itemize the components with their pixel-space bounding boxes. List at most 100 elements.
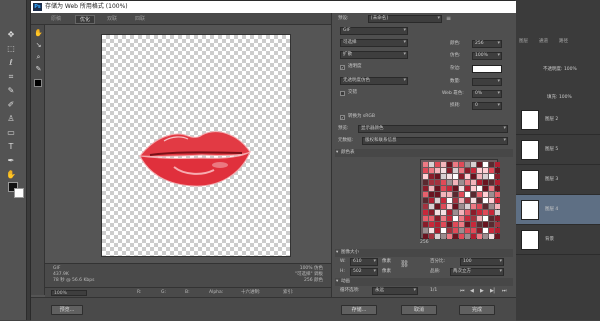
palette-swatch[interactable]: [435, 186, 440, 191]
palette-swatch[interactable]: [465, 216, 470, 221]
palette-swatch[interactable]: [489, 228, 494, 233]
eyedropper-color-swatch[interactable]: [34, 79, 42, 87]
palette-swatch[interactable]: [429, 168, 434, 173]
palette-swatch[interactable]: [423, 234, 428, 239]
palette-swatch[interactable]: [441, 186, 446, 191]
palette-swatch[interactable]: [483, 180, 488, 185]
palette-swatch[interactable]: [435, 180, 440, 185]
palette-swatch[interactable]: [441, 216, 446, 221]
palette-swatch[interactable]: [447, 192, 452, 197]
palette-swatch[interactable]: [483, 216, 488, 221]
palette-swatch[interactable]: [435, 204, 440, 209]
layer-item[interactable]: 图层 2: [515, 105, 600, 135]
stamp-tool-icon[interactable]: ♙: [4, 114, 18, 124]
palette-swatch[interactable]: [483, 210, 488, 215]
palette-swatch[interactable]: [441, 198, 446, 203]
palette-swatch[interactable]: [477, 222, 482, 227]
palette-swatch[interactable]: [489, 210, 494, 215]
save-button[interactable]: 存储...: [341, 305, 377, 315]
hand-tool-icon[interactable]: ✋: [34, 29, 43, 38]
web-snap-field[interactable]: 0%: [472, 90, 502, 98]
palette-swatch[interactable]: [471, 186, 476, 191]
crop-tool-icon[interactable]: ⌗: [4, 72, 18, 82]
palette-swatch[interactable]: [483, 222, 488, 227]
palette-swatch[interactable]: [429, 222, 434, 227]
palette-swatch[interactable]: [477, 174, 482, 179]
palette-swatch[interactable]: [477, 228, 482, 233]
palette-swatch[interactable]: [483, 186, 488, 191]
palette-swatch[interactable]: [459, 198, 464, 203]
fill-control[interactable]: 填充: 100%: [547, 94, 572, 100]
palette-swatch[interactable]: [477, 198, 482, 203]
eyedropper-tool-icon[interactable]: ✎: [4, 86, 18, 96]
palette-swatch[interactable]: [453, 198, 458, 203]
pen-tool-icon[interactable]: ✒: [4, 156, 18, 166]
background-color-swatch[interactable]: [14, 188, 24, 198]
hand-tool-icon[interactable]: ✋: [4, 170, 18, 180]
lossy-field[interactable]: 0: [472, 102, 502, 110]
palette-swatch[interactable]: [495, 192, 500, 197]
palette-swatch[interactable]: [477, 186, 482, 191]
preset-select[interactable]: [未命名]: [368, 15, 442, 23]
palette-swatch[interactable]: [447, 168, 452, 173]
palette-swatch[interactable]: [435, 162, 440, 167]
palette-swatch[interactable]: [447, 228, 452, 233]
palette-swatch[interactable]: [447, 222, 452, 227]
palette-swatch[interactable]: [471, 228, 476, 233]
palette-swatch[interactable]: [453, 234, 458, 239]
palette-swatch[interactable]: [489, 180, 494, 185]
palette-swatch[interactable]: [495, 222, 500, 227]
palette-swatch[interactable]: [429, 216, 434, 221]
palette-swatch[interactable]: [429, 234, 434, 239]
quality-select[interactable]: 两次立方: [450, 268, 504, 276]
palette-swatch[interactable]: [459, 216, 464, 221]
channels-tab[interactable]: 通道: [539, 38, 548, 44]
tab-2up[interactable]: 双联: [103, 15, 121, 24]
palette-swatch[interactable]: [495, 180, 500, 185]
dither-algorithm-select[interactable]: 扩散: [340, 51, 408, 59]
layers-tab[interactable]: 图层: [519, 38, 528, 44]
palette-swatch[interactable]: [495, 198, 500, 203]
palette-swatch[interactable]: [435, 192, 440, 197]
layer-item[interactable]: 图层 5: [515, 135, 600, 165]
palette-swatch[interactable]: [495, 210, 500, 215]
colors-select[interactable]: 256: [472, 40, 502, 48]
palette-swatch[interactable]: [495, 204, 500, 209]
palette-swatch[interactable]: [489, 234, 494, 239]
palette-swatch[interactable]: [465, 210, 470, 215]
palette-swatch[interactable]: [435, 198, 440, 203]
palette-swatch[interactable]: [477, 216, 482, 221]
palette-swatch[interactable]: [447, 162, 452, 167]
palette-swatch[interactable]: [483, 228, 488, 233]
palette-swatch[interactable]: [471, 216, 476, 221]
palette-swatch[interactable]: [447, 216, 452, 221]
palette-swatch[interactable]: [447, 180, 452, 185]
palette-swatch[interactable]: [423, 162, 428, 167]
palette-swatch[interactable]: [441, 228, 446, 233]
palette-swatch[interactable]: [495, 228, 500, 233]
palette-swatch[interactable]: [471, 168, 476, 173]
loop-select[interactable]: 永远: [372, 287, 418, 295]
palette-swatch[interactable]: [453, 216, 458, 221]
palette-swatch[interactable]: [447, 174, 452, 179]
text-tool-icon[interactable]: T: [4, 142, 18, 152]
palette-swatch[interactable]: [453, 222, 458, 227]
palette-swatch[interactable]: [429, 174, 434, 179]
palette-swatch[interactable]: [429, 180, 434, 185]
palette-swatch[interactable]: [423, 204, 428, 209]
palette-swatch[interactable]: [435, 228, 440, 233]
prev-frame-icon[interactable]: ◀: [470, 288, 474, 294]
palette-swatch[interactable]: [459, 174, 464, 179]
palette-swatch[interactable]: [423, 180, 428, 185]
zoom-tool-icon[interactable]: ⌕: [34, 53, 43, 62]
palette-swatch[interactable]: [495, 174, 500, 179]
palette-swatch[interactable]: [429, 210, 434, 215]
height-field[interactable]: 502: [350, 268, 378, 276]
palette-swatch[interactable]: [471, 198, 476, 203]
percent-field[interactable]: 100: [460, 258, 504, 266]
cancel-button[interactable]: 取消: [401, 305, 437, 315]
palette-swatch[interactable]: [489, 186, 494, 191]
eraser-tool-icon[interactable]: ▭: [4, 128, 18, 138]
palette-swatch[interactable]: [477, 162, 482, 167]
image-preview[interactable]: [101, 34, 291, 257]
